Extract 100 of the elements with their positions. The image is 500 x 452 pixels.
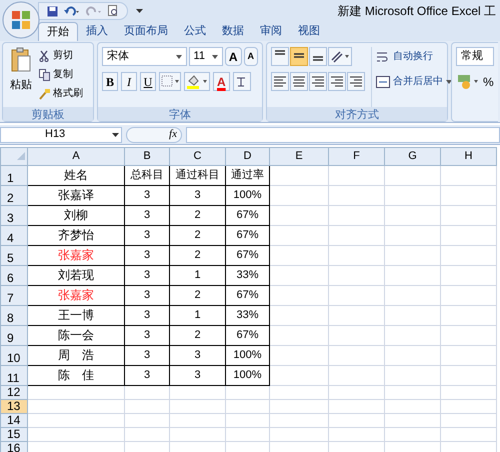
table-cell: 2 (170, 245, 226, 265)
column-header[interactable]: B (124, 148, 170, 165)
row-header[interactable]: 15 (0, 427, 28, 441)
top-align-icon[interactable] (271, 47, 289, 66)
group-label: 字体 (98, 107, 262, 121)
scissors-icon (39, 50, 50, 62)
row-header[interactable]: 5 (0, 245, 28, 265)
table-cell: 周 浩 (28, 345, 124, 365)
number-format-dropdown[interactable]: 常规 (456, 47, 494, 66)
ribbon-tab[interactable]: 公式 (176, 22, 214, 41)
align-center-icon[interactable] (290, 72, 308, 91)
table-cell: 3 (124, 325, 170, 345)
bold-button[interactable]: B (102, 72, 118, 91)
borders-icon[interactable] (159, 72, 181, 91)
table-cell: 33% (226, 305, 270, 325)
row-header[interactable]: 7 (0, 285, 28, 305)
increase-indent-icon[interactable] (347, 72, 365, 91)
formula-input-field[interactable] (186, 126, 500, 142)
percent-button[interactable]: % (483, 72, 494, 91)
table-cell: 100% (226, 365, 270, 385)
table-cell: 刘柳 (28, 205, 124, 225)
orientation-icon[interactable] (328, 47, 352, 66)
corner-triangle-icon (17, 152, 25, 160)
decrease-indent-icon[interactable] (328, 72, 346, 91)
ribbon-tab[interactable]: 页面布局 (116, 22, 176, 41)
row-header[interactable]: 11 (0, 365, 28, 385)
table-cell: 陈 佳 (28, 365, 124, 385)
table-cell: 3 (170, 365, 226, 385)
column-header[interactable]: D (226, 148, 270, 165)
ribbon-tab[interactable]: 插入 (78, 22, 116, 41)
column-header[interactable]: E (270, 148, 328, 165)
table-cell: 陈一会 (28, 325, 124, 345)
table-cell: 3 (170, 345, 226, 365)
font-name-value: 宋体 (107, 48, 130, 64)
bottom-align-icon[interactable] (309, 47, 327, 66)
grow-font-button[interactable]: A (224, 47, 242, 66)
group-label: 剪贴板 (3, 107, 93, 121)
clipboard-button[interactable]: 剪切 (39, 47, 83, 64)
column-header[interactable]: F (328, 148, 384, 165)
wrap-text-icon (376, 50, 390, 62)
font-name-dropdown[interactable]: 宋体 (102, 47, 187, 66)
table-cell: 张嘉家 (28, 245, 124, 265)
wrap-text-button[interactable]: 自动换行 (376, 47, 452, 66)
table-cell: 3 (124, 345, 170, 365)
shrink-font-button[interactable]: A (244, 47, 258, 66)
column-header[interactable]: H (440, 148, 496, 165)
underline-button[interactable]: U (140, 72, 156, 91)
row-header[interactable]: 1 (0, 165, 28, 185)
ribbon-tab[interactable]: 开始 (38, 22, 78, 41)
row-header[interactable]: 10 (0, 345, 28, 365)
customize-dropdown-icon[interactable] (136, 8, 143, 14)
name-box[interactable]: H13 (0, 126, 122, 142)
font-color-button[interactable]: A (213, 72, 230, 91)
clipboard-button[interactable]: 复制 (39, 66, 83, 83)
dropdown-arrow-icon (112, 132, 119, 136)
row-header[interactable]: 12 (0, 385, 28, 399)
table-cell: 2 (170, 205, 226, 225)
column-header[interactable]: C (170, 148, 226, 165)
font-size-value: 11 (194, 49, 206, 64)
row-header[interactable]: 3 (0, 205, 28, 225)
row-header[interactable]: 4 (0, 225, 28, 245)
align-left-icon[interactable] (271, 72, 289, 91)
table-cell: 67% (226, 245, 270, 265)
table-cell: 2 (170, 285, 226, 305)
ribbon-tab[interactable]: 数据 (214, 22, 252, 41)
middle-align-icon[interactable] (290, 47, 308, 66)
row-header[interactable]: 6 (0, 265, 28, 285)
row-header[interactable]: 9 (0, 325, 28, 345)
table-cell: 3 (124, 185, 170, 205)
column-header[interactable]: A (28, 148, 124, 165)
row-header[interactable]: 8 (0, 305, 28, 325)
undo-icon[interactable] (64, 6, 80, 16)
clipboard-button[interactable]: 格式刷 (39, 85, 83, 102)
italic-button[interactable]: I (121, 72, 137, 91)
print-preview-icon[interactable] (108, 5, 119, 17)
clipboard-icon (11, 47, 31, 73)
fill-color-icon[interactable] (184, 72, 210, 91)
save-icon[interactable] (47, 6, 58, 16)
table-cell: 3 (124, 245, 170, 265)
row-header[interactable]: 14 (0, 413, 28, 427)
merge-cells-icon (376, 76, 390, 88)
row-header[interactable]: 16 (0, 441, 28, 452)
phonetic-icon[interactable] (232, 72, 251, 91)
table-cell: 1 (170, 265, 226, 285)
ribbon-tab[interactable]: 视图 (290, 22, 328, 41)
table-cell: 67% (226, 325, 270, 345)
merge-center-button[interactable]: 合并后居中 (376, 72, 452, 91)
table-cell: 通过率 (226, 165, 270, 185)
row-header[interactable]: 13 (0, 399, 28, 413)
paste-button[interactable]: 粘贴 (7, 47, 35, 107)
table-cell: 67% (226, 285, 270, 305)
dropdown-arrow-icon (176, 54, 182, 58)
align-right-icon[interactable] (309, 72, 327, 91)
font-size-dropdown[interactable]: 11 (188, 47, 223, 66)
column-header[interactable]: G (384, 148, 440, 165)
insert-function-button[interactable]: fx (169, 126, 177, 143)
table-cell: 3 (124, 205, 170, 225)
table-cell: 100% (226, 345, 270, 365)
ribbon-tab[interactable]: 审阅 (252, 22, 290, 41)
row-header[interactable]: 2 (0, 185, 28, 205)
